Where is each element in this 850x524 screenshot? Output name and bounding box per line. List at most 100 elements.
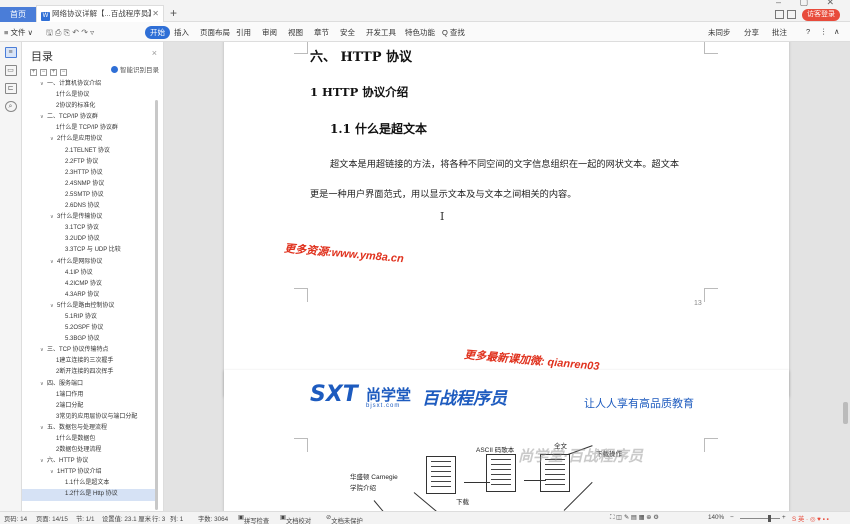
outline-item[interactable]: 1.1什么是超文本 [22,478,156,489]
outline-item[interactable]: 2数据包处理流程 [22,445,156,456]
outline-expand-chevron-icon[interactable]: ∨ [50,212,54,223]
find-icon[interactable]: ⌕ [4,101,17,112]
demote-icon[interactable]: − [60,69,67,76]
outline-item[interactable]: 2.3HTTP 协议 [22,168,156,179]
outline-item[interactable]: ∨ 1HTTP 协议介绍 [22,467,156,478]
outline-item[interactable]: 1什么是数据包 [22,434,156,445]
status-proofread[interactable]: ▣ 文档校对 [280,514,311,524]
outline-item[interactable]: 2.1TELNET 协议 [22,146,156,157]
outline-item[interactable]: 3.2UDP 协议 [22,234,156,245]
outline-item[interactable]: 5.1RIP 协议 [22,312,156,323]
visitor-login-button[interactable]: 访客登录 [802,9,840,21]
menu-file[interactable]: ≡ 文件 ∨ [4,27,33,38]
outline-expand-chevron-icon[interactable]: ∨ [50,467,54,478]
outline-item[interactable]: 2.6DNS 协议 [22,201,156,212]
outline-item[interactable]: 1什么是协议 [22,90,156,101]
more-icon[interactable]: ⋮ [820,27,828,36]
comment-button[interactable]: 批注 [772,27,787,38]
zoom-slider-knob[interactable] [768,515,771,522]
zoom-out-icon[interactable]: − [730,514,734,521]
outline-item[interactable]: 3.3TCP 与 UDP 比较 [22,245,156,256]
share-button[interactable]: 分享 [744,27,759,38]
status-words[interactable]: 字数: 3064 [198,514,228,523]
outline-item[interactable]: 1端口作用 [22,390,156,401]
status-pages[interactable]: 页面: 14/15 [36,514,68,523]
outline-item[interactable]: 4.2ICMP 协议 [22,279,156,290]
menu-start[interactable]: 开始 [145,26,170,39]
outline-item[interactable]: ∨ 三、TCP 协议传输特点 [22,345,156,356]
grid-icon[interactable] [787,10,796,19]
outline-expand-chevron-icon[interactable]: ∨ [50,301,54,312]
tab-home[interactable]: 首页 [0,7,36,22]
outline-item[interactable]: ∨ 六、HTTP 协议 [22,456,156,467]
outline-item[interactable]: 2.5SMTP 协议 [22,190,156,201]
thumbnail-icon[interactable]: ▭ [4,65,17,76]
outline-toggle-icon[interactable]: ≡ [4,47,17,58]
outline-expand-chevron-icon[interactable]: ∨ [40,456,44,467]
outline-item[interactable]: 2端口分配 [22,401,156,412]
expand-all-icon[interactable]: + [30,69,37,76]
window-controls[interactable]: – ▢ ✕ [776,0,842,8]
outline-item[interactable]: 4.3ARP 协议 [22,290,156,301]
new-tab-button[interactable]: + [170,6,177,20]
outline-expand-chevron-icon[interactable]: ∨ [40,345,44,356]
outline-item[interactable]: ∨ 5什么是路由控制协议 [22,301,156,312]
document-page[interactable]: 六、 HTTP 协议 1 HTTP 协议介绍 1.1 什么是超文本 超文本是用超… [224,42,789,396]
outline-item[interactable]: ∨ 二、TCP/IP 协议群 [22,112,156,123]
outline-item[interactable]: 2协议的标准化 [22,101,156,112]
outline-item[interactable]: 5.2OSPF 协议 [22,323,156,334]
outline-item[interactable]: 2.2FTP 协议 [22,157,156,168]
outline-expand-chevron-icon[interactable]: ∨ [50,134,54,145]
menu-page-layout[interactable]: 页面布局 [200,27,230,38]
menu-features[interactable]: 特色功能 [405,27,435,38]
bookmark-icon[interactable]: ⊏ [4,83,17,94]
outline-item[interactable]: 2.4SNMP 协议 [22,179,156,190]
outline-close-icon[interactable]: × [152,48,157,58]
menu-search[interactable]: Q 查找 [442,27,465,38]
zoom-in-icon[interactable]: + [782,514,786,521]
smart-toc-button[interactable]: 智能识别目录 [111,64,159,74]
outline-expand-chevron-icon[interactable]: ∨ [40,379,44,390]
outline-item[interactable]: ∨ 一、计算机协议介绍 [22,79,156,90]
collapse-ribbon-icon[interactable]: ∧ [834,27,840,36]
menu-references[interactable]: 引用 [236,27,251,38]
document-page-next[interactable]: SXT 尚学堂 bjsxt.com 百战程序员 让人人享有高品质教育 ASCII… [224,370,789,511]
outline-expand-chevron-icon[interactable]: ∨ [50,257,54,268]
promote-icon[interactable]: + [50,69,57,76]
outline-item[interactable]: 3常见的应用层协议与端口分配 [22,412,156,423]
outline-item[interactable]: ∨ 4什么是网际协议 [22,257,156,268]
menu-insert[interactable]: 插入 [174,27,189,38]
layout-icon[interactable] [775,10,784,19]
outline-item[interactable]: 5.3BGP 协议 [22,334,156,345]
outline-item[interactable]: ∨ 2什么是应用协议 [22,134,156,145]
outline-item[interactable]: 1建立连接的三次握手 [22,356,156,367]
document-scrollbar[interactable] [843,402,848,424]
outline-expand-chevron-icon[interactable]: ∨ [40,423,44,434]
status-protect[interactable]: ⊘ 文档未保护 [326,514,363,524]
outline-expand-chevron-icon[interactable]: ∨ [40,112,44,123]
menu-chapter[interactable]: 章节 [314,27,329,38]
view-mode-icons[interactable]: ⛶ ◫ ✎ ▤ ▦ ⊕ ⚙ [610,514,659,522]
tab-close-icon[interactable]: ▭ ✕ [143,6,159,22]
outline-item[interactable]: 3.1TCP 协议 [22,223,156,234]
quick-toolbar-icons[interactable]: 🖫 ⎙ ⎘ ↶ ↷ ▿ [46,27,94,41]
outline-expand-chevron-icon[interactable]: ∨ [40,79,44,90]
outline-item[interactable]: ∨ 四、服务端口 [22,379,156,390]
menu-security[interactable]: 安全 [340,27,355,38]
menu-view[interactable]: 视图 [288,27,303,38]
zoom-slider[interactable] [740,518,780,519]
zoom-level[interactable]: 140% [708,514,724,521]
outline-item[interactable]: ∨ 3什么是传输协议 [22,212,156,223]
outline-item[interactable]: 4.1IP 协议 [22,268,156,279]
outline-item[interactable]: 2断开连接的四次挥手 [22,367,156,378]
outline-scrollbar[interactable] [155,100,158,510]
wps-status-icons[interactable]: S 英 · ◎ ♥ ▪ ▪ [792,514,829,523]
help-icon[interactable]: ? [806,27,810,36]
collapse-all-icon[interactable]: − [40,69,47,76]
outline-item[interactable]: ∨ 五、数据包与处理流程 [22,423,156,434]
outline-item[interactable]: 1什么是 TCP/IP 协议群 [22,123,156,134]
menu-developer[interactable]: 开发工具 [366,27,396,38]
status-spellcheck[interactable]: ▣ 拼写检查 [238,514,269,524]
tab-document[interactable]: W 网络协议详解【...百战程序员】 ▭ ✕ [36,5,164,22]
document-area[interactable]: 六、 HTTP 协议 1 HTTP 协议介绍 1.1 什么是超文本 超文本是用超… [164,42,850,511]
